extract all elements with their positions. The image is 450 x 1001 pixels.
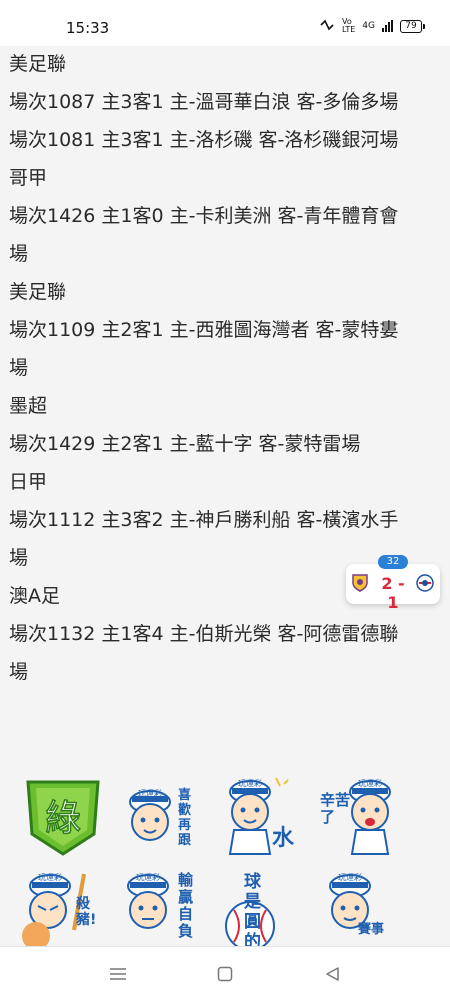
sticker-caption: 輸贏自負 <box>178 871 194 940</box>
sticker-caption: 綠 <box>45 798 81 839</box>
sticker-like-again[interactable]: 玩運彩 喜歡再跟 <box>118 772 204 858</box>
sticker-match[interactable]: 玩運彩 賽事 <box>318 870 404 946</box>
sticker-caption: 球是圓的 <box>244 872 275 946</box>
text-line: 場 <box>9 661 29 683</box>
text-line: 美足聯 <box>9 53 67 75</box>
sticker-brand: 玩運彩 <box>358 778 382 788</box>
sticker-kill-pig[interactable]: 玩運彩 殺豬! <box>14 870 100 946</box>
sticker-panel: 綠 玩運彩 喜歡再跟 玩運彩 水 玩運彩 辛苦了 玩運彩 殺豬! 玩運彩 輸贏自… <box>0 760 450 946</box>
text-line: 場 <box>9 243 29 265</box>
score-text: 2 - 1 <box>381 574 405 612</box>
text-line: 場次1112 主3客2 主-神戶勝利船 客-橫濱水手 <box>9 509 399 531</box>
sticker-caption: 賽事 <box>358 922 385 937</box>
text-line: 場次1132 主1客4 主-伯斯光榮 客-阿德雷德聯 <box>9 623 399 645</box>
text-line: 場 <box>9 357 29 379</box>
status-time: 15:33 <box>66 19 110 37</box>
sticker-thanks[interactable]: 玩運彩 辛苦了 <box>318 770 404 856</box>
home-icon[interactable] <box>213 963 237 985</box>
status-icons: Vo LTE 4G 79 <box>319 17 425 34</box>
sticker-ball-round[interactable]: 球是圓的 <box>216 870 302 946</box>
text-line: 日甲 <box>9 471 48 493</box>
sticker-caption: 辛苦了 <box>320 791 351 826</box>
text-line: 場次1429 主2客1 主-藍十字 客-蒙特雷場 <box>9 433 361 455</box>
text-line: 場次1087 主3客1 主-溫哥華白浪 客-多倫多場 <box>9 91 399 113</box>
sticker-brand: 玩運彩 <box>338 872 362 882</box>
text-line: 哥甲 <box>9 167 48 189</box>
sticker-caption: 水 <box>272 826 295 851</box>
back-icon[interactable] <box>320 963 344 985</box>
text-line: 美足聯 <box>9 281 67 303</box>
text-line: 場次1081 主3客1 主-洛杉磯 客-洛杉磯銀河場 <box>9 129 399 151</box>
status-bar: 15:33 Vo LTE 4G 79 <box>0 0 450 46</box>
battery-icon: 79 <box>400 19 425 33</box>
battery-level: 79 <box>405 21 417 31</box>
sticker-brand: 玩運彩 <box>138 788 162 798</box>
away-team-crest-icon <box>416 574 434 592</box>
sticker-brand: 玩運彩 <box>38 872 62 882</box>
sticker-caption: 喜歡再跟 <box>178 788 192 848</box>
network-type-label: 4G <box>362 21 375 31</box>
sticker-win-lose[interactable]: 玩運彩 輸贏自負 <box>118 870 204 946</box>
text-line: 場次1109 主2客1 主-西雅圖海灣者 客-蒙特婁 <box>9 319 399 341</box>
sticker-brand: 玩運彩 <box>136 872 160 882</box>
signal-icon <box>382 20 393 32</box>
live-score-widget[interactable]: 32 2 - 1 <box>346 555 440 612</box>
text-line: 墨超 <box>9 395 48 417</box>
sticker-green[interactable]: 綠 <box>20 772 106 858</box>
volte-icon: Vo LTE <box>342 17 356 34</box>
nfc-icon <box>319 19 335 34</box>
navigation-bar <box>0 946 450 1001</box>
sticker-caption: 殺豬! <box>76 896 97 928</box>
text-line: 場次1426 主1客0 主-卡利美洲 客-青年體育會 <box>9 205 399 227</box>
sticker-brand: 玩運彩 <box>238 778 262 788</box>
home-team-crest-icon <box>352 574 368 592</box>
sticker-water[interactable]: 玩運彩 水 <box>214 770 300 856</box>
menu-icon[interactable] <box>106 963 130 985</box>
match-minute-badge: 32 <box>378 555 408 569</box>
